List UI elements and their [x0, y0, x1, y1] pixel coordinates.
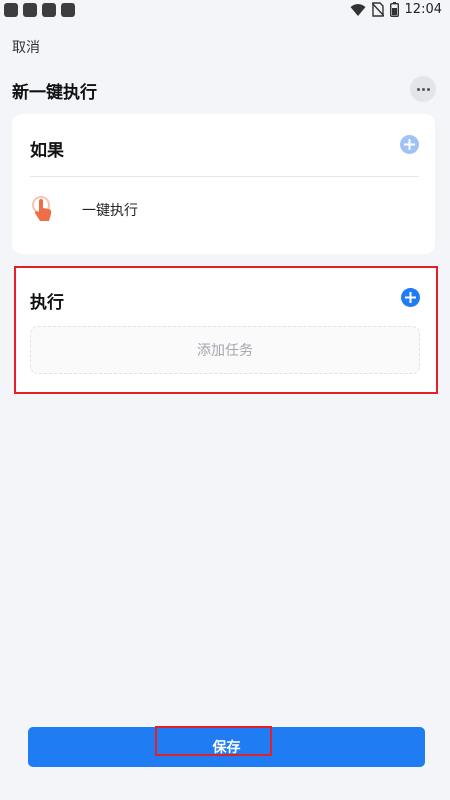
if-card: 如果 一键执行	[12, 114, 435, 254]
more-icon	[426, 87, 430, 91]
trigger-label: 一键执行	[82, 203, 138, 219]
trigger-item[interactable]: 一键执行	[30, 194, 410, 234]
status-bar: 12:04	[0, 0, 450, 22]
no-sim-icon	[371, 2, 384, 17]
add-circle-icon	[404, 139, 415, 150]
tap-hand-icon	[32, 196, 52, 221]
status-time: 12:04	[404, 2, 442, 17]
notification-icons	[4, 3, 75, 17]
more-icon	[421, 87, 425, 91]
if-section-title: 如果	[30, 141, 64, 161]
add-task-button[interactable]: 添加任务	[30, 326, 420, 374]
save-button[interactable]: 保存	[28, 727, 425, 767]
do-card: 执行 添加任务	[16, 268, 437, 392]
more-icon	[416, 87, 420, 91]
do-section-title: 执行	[30, 293, 64, 313]
add-action-button[interactable]	[401, 288, 420, 307]
wifi-icon	[350, 3, 366, 16]
more-button[interactable]	[410, 76, 436, 102]
notification-icon	[4, 3, 18, 17]
add-circle-icon	[405, 292, 416, 303]
notification-icon	[61, 3, 75, 17]
screen: 12:04 取消 新一键执行 如果 一键执行 执行 添加任务 保存	[0, 0, 450, 800]
divider	[30, 176, 419, 177]
page-title: 新一键执行	[12, 83, 97, 103]
notification-icon	[42, 3, 56, 17]
notification-icon	[23, 3, 37, 17]
add-condition-button[interactable]	[400, 135, 419, 154]
status-right: 12:04	[350, 2, 442, 17]
battery-icon	[389, 2, 399, 17]
cancel-button[interactable]: 取消	[12, 37, 40, 57]
